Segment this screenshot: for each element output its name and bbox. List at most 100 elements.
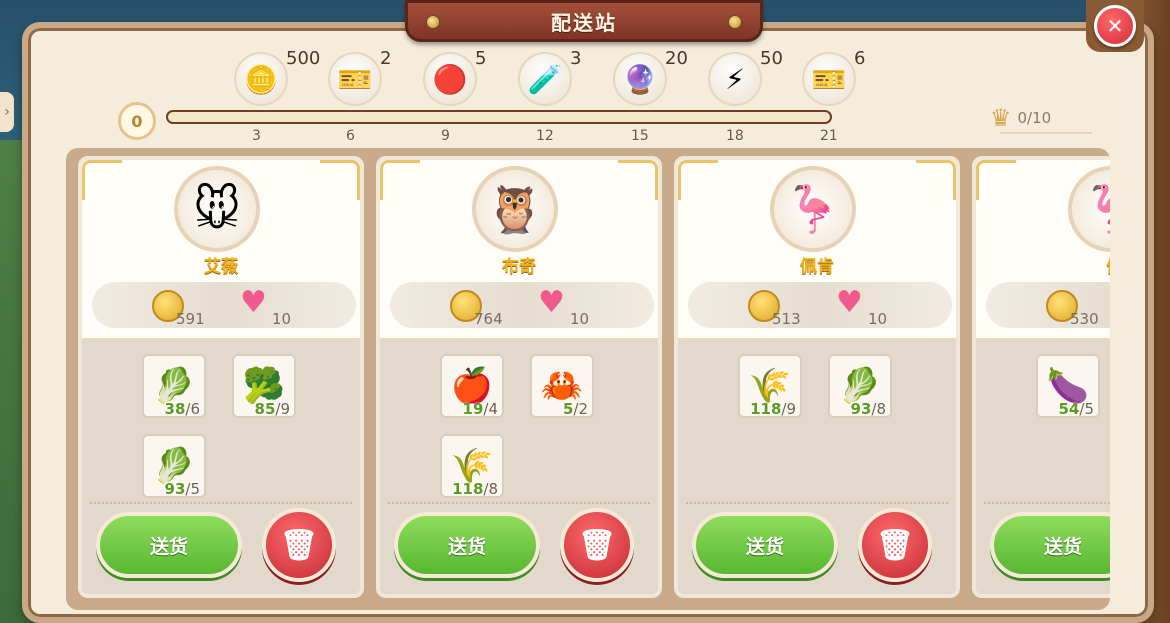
heart-icon: ♥ (538, 285, 565, 320)
divider (686, 502, 948, 504)
progress-count-badge: 0 (118, 102, 156, 140)
reward-amount: 50 (760, 48, 783, 69)
npc-avatar[interactable]: 🦩 (770, 166, 856, 252)
npc-avatar[interactable]: 🐭 (174, 166, 260, 252)
heart-icon: ♥ (240, 285, 267, 320)
item-need: /8 (871, 400, 886, 418)
order-reward-strip (92, 282, 356, 328)
crown-icon: ♛ (990, 104, 1012, 132)
npc-avatar[interactable]: 🦉 (472, 166, 558, 252)
title-plaque: 配送站 (405, 0, 763, 42)
divider (1000, 132, 1092, 134)
order-item[interactable]: 🥬 38/6 (142, 354, 206, 418)
order-item[interactable]: 🥬 93/5 (142, 434, 206, 498)
ticket-icon: 🎫 (802, 52, 856, 106)
ship-button[interactable]: 送货 (990, 512, 1110, 578)
order-item[interactable]: 🍎 19/4 (440, 354, 504, 418)
order-reward-strip (688, 282, 952, 328)
left-arrow-icon[interactable]: › (0, 92, 14, 132)
crown-count: 0/10 (1017, 109, 1052, 127)
order-heart-reward: 10 (868, 310, 888, 328)
close-button[interactable]: ✕ (1086, 0, 1144, 52)
item-count: 19/4 (442, 400, 502, 418)
bolt-icon (426, 15, 440, 29)
crown-counter: ♛ 0/10 (990, 104, 1051, 132)
reward-milestone[interactable]: 🔮 20 15 (613, 48, 688, 144)
item-need: /2 (573, 400, 588, 418)
reward-milestone[interactable]: 🎫 6 21 (802, 48, 872, 144)
order-item[interactable]: 🥦 85/9 (232, 354, 296, 418)
order-item[interactable]: 🌾 118/9 (738, 354, 802, 418)
npc-name: 艾薇 (204, 257, 238, 277)
corner-ornament (380, 160, 420, 200)
item-have: 118 (750, 400, 782, 418)
reward-milestone[interactable]: ⚡ 50 18 (708, 48, 783, 144)
item-have: 93 (850, 400, 872, 418)
milestone-step: 12 (536, 128, 554, 144)
order-item[interactable]: 🦀 5/2 (530, 354, 594, 418)
item-have: 118 (452, 480, 484, 498)
reward-amount: 3 (570, 48, 582, 69)
divider (90, 502, 352, 504)
corner-ornament (82, 160, 122, 200)
order-coin-reward: 530 (1070, 310, 1099, 328)
order-reward-strip (390, 282, 654, 328)
order-coin-reward: 513 (772, 310, 801, 328)
ship-button[interactable]: 送货 (692, 512, 838, 578)
npc-name: 佩 (976, 252, 1111, 277)
divider (388, 502, 650, 504)
orders-list[interactable]: 🐭 艾薇 591 ♥ 10 🥬 38/6 🥦 85/9 🥬 93/5 送货 🗑 🦉 布奇 764 ♥ 10 🍎 19/… (66, 148, 1110, 610)
item-have: 85 (254, 400, 276, 418)
item-count: 93/8 (830, 400, 890, 418)
reward-amount: 500 (286, 48, 321, 69)
rainbow-orb-icon: 🔮 (613, 52, 667, 106)
lightning-icon: ⚡ (708, 52, 762, 106)
reward-milestone[interactable]: 🧪 3 12 (518, 48, 588, 144)
item-count: 85/9 (234, 400, 294, 418)
reward-amount: 6 (854, 48, 866, 69)
close-icon[interactable]: ✕ (1094, 5, 1136, 47)
item-have: 93 (164, 480, 186, 498)
bolt-icon (728, 15, 742, 29)
corner-ornament (976, 160, 1016, 200)
ship-button[interactable]: 送货 (96, 512, 242, 578)
order-heart-reward: 10 (272, 310, 292, 328)
order-coin-reward: 591 (176, 310, 205, 328)
order-item[interactable]: 🥬 93/8 (828, 354, 892, 418)
reward-milestone[interactable]: 🪙 500 3 (234, 48, 320, 144)
milestone-step: 9 (441, 128, 450, 144)
reward-milestone[interactable]: 🎫 2 6 (328, 48, 398, 144)
item-need: /6 (185, 400, 200, 418)
order-item[interactable]: 🍆 54/5 (1036, 354, 1100, 418)
delete-button[interactable]: 🗑 (560, 508, 634, 582)
item-count: 118/8 (442, 480, 502, 498)
reward-milestone[interactable]: 🔴 5 9 (423, 48, 493, 144)
item-have: 54 (1058, 400, 1080, 418)
order-card: 🦩佩530♥10🍆54/5🥕165/8送货🗑 (972, 156, 1110, 598)
corner-ornament (320, 160, 360, 200)
item-count: 118/9 (740, 400, 800, 418)
ship-button[interactable]: 送货 (394, 512, 540, 578)
potion-icon: 🧪 (518, 52, 572, 106)
order-heart-reward: 10 (570, 310, 590, 328)
item-need: /5 (1079, 400, 1094, 418)
order-coin-reward: 764 (474, 310, 503, 328)
order-card: 🦩 佩肯 513 ♥ 10 🌾 118/9 🥬 93/8 送货 🗑 (674, 156, 960, 598)
delete-button[interactable]: 🗑 (262, 508, 336, 582)
order-item[interactable]: 🌾 118/8 (440, 434, 504, 498)
milestone-step: 3 (252, 128, 261, 144)
reward-amount: 20 (665, 48, 688, 69)
npc-name: 佩肯 (800, 257, 834, 277)
heart-icon: ♥ (836, 285, 863, 320)
item-count: 5/2 (532, 400, 592, 418)
trash-icon: 🗑 (279, 527, 319, 563)
item-count: 54/5 (1038, 400, 1098, 418)
coin-icon: 🪙 (234, 52, 288, 106)
item-have: 19 (462, 400, 484, 418)
milestone-step: 15 (631, 128, 649, 144)
chip-icon: 🔴 (423, 52, 477, 106)
ticket-icon: 🎫 (328, 52, 382, 106)
delete-button[interactable]: 🗑 (858, 508, 932, 582)
milestone-step: 18 (726, 128, 744, 144)
item-have: 5 (562, 400, 574, 418)
